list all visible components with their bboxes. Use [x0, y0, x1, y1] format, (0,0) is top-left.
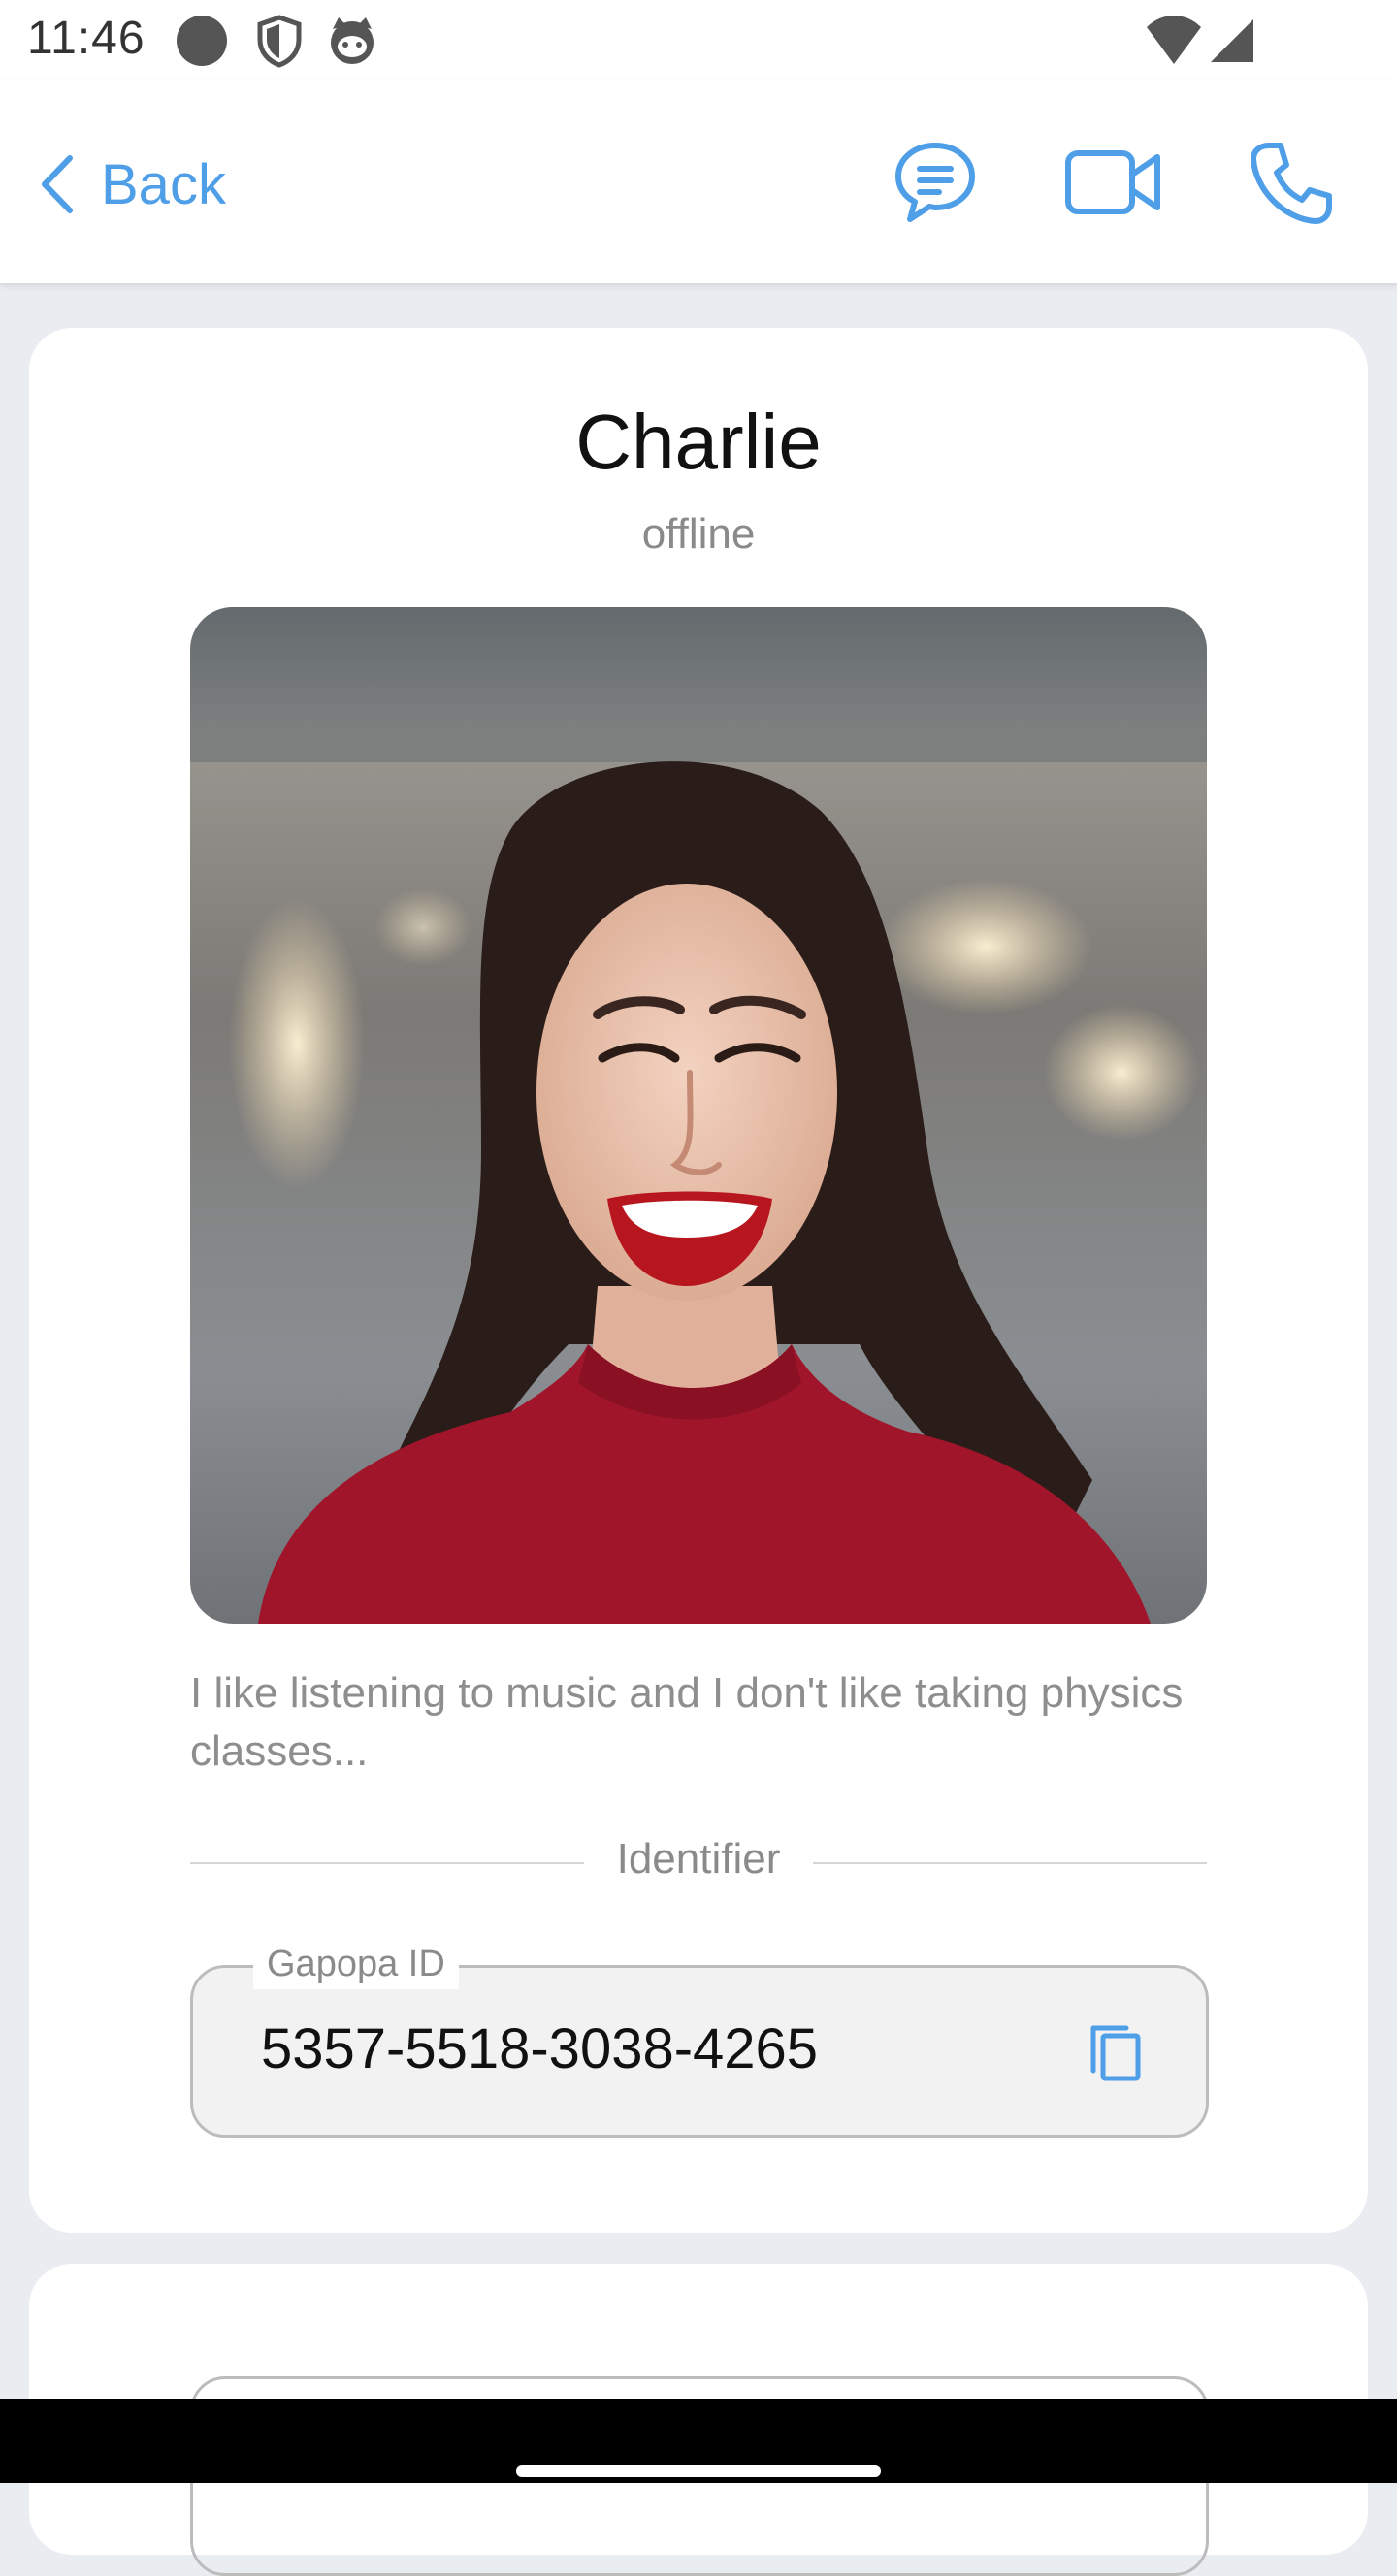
shield-icon [257, 15, 302, 68]
app-bar: Back [0, 80, 1397, 285]
back-label: Back [101, 152, 226, 216]
gapopa-id-label: Gapopa ID [253, 1939, 459, 1989]
copy-icon[interactable] [1084, 2018, 1150, 2084]
home-indicator[interactable] [516, 2465, 881, 2477]
profile-photo[interactable] [190, 607, 1207, 1624]
status-bar: 11:46 [0, 0, 1397, 80]
chat-bubble-icon[interactable] [889, 136, 982, 229]
record-dot-icon [177, 16, 227, 66]
identifier-divider-label: Identifier [616, 1835, 781, 1883]
wifi-icon [1147, 16, 1201, 64]
video-camera-icon[interactable] [1063, 136, 1164, 229]
profile-photo-image [190, 607, 1207, 1624]
profile-status: offline [641, 510, 756, 558]
profile-card: Charlie offline I like listening to musi… [29, 328, 1368, 2233]
gapopa-id-value[interactable]: 5357-5518-3038-4265 [261, 2016, 818, 2081]
profile-name: Charlie [575, 399, 822, 485]
cat-face-icon [331, 17, 374, 64]
gapopa-id-field[interactable]: Gapopa ID 5357-5518-3038-4265 [190, 1939, 1209, 2138]
profile-bio: I like listening to music and I don't li… [190, 1669, 1184, 1775]
chevron-left-icon [42, 155, 73, 213]
status-time: 11:46 [27, 13, 146, 64]
back-button[interactable]: Back [39, 144, 226, 225]
phone-icon[interactable] [1246, 136, 1339, 229]
cellular-signal-icon [1211, 19, 1253, 62]
